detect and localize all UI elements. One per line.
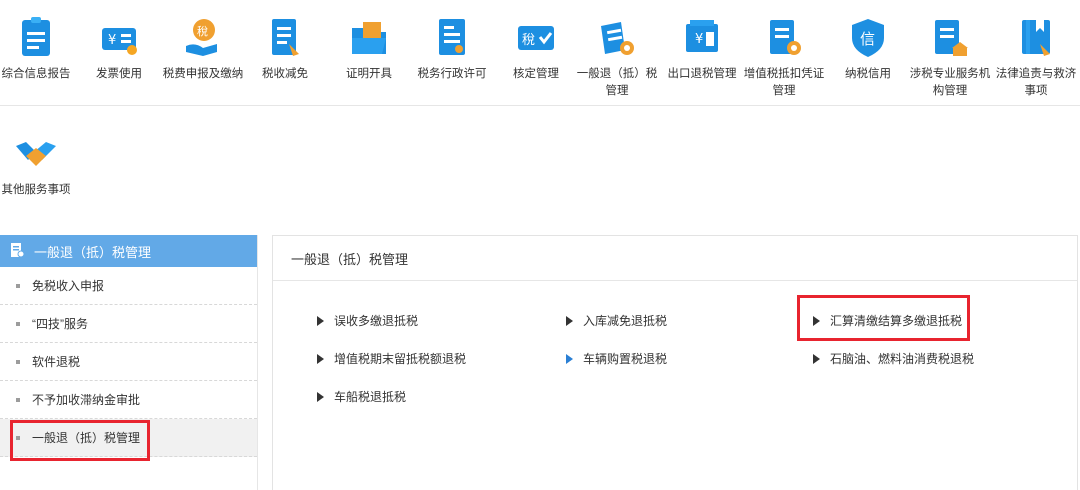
link-label: 车辆购置税退税	[583, 352, 668, 366]
tax-relief-icon	[265, 16, 305, 60]
service-label: 法律追责与救济事项	[995, 68, 1077, 97]
bullet-icon	[16, 397, 20, 402]
service-invoice[interactable]: ¥ 发票使用	[77, 16, 161, 83]
triangle-right-icon	[813, 353, 820, 364]
sidebar-item-general-refund[interactable]: 一般退（抵）税管理	[0, 419, 257, 457]
service-general-refund[interactable]: 一般退（抵）税管理	[575, 16, 659, 100]
sidebar-item-four-tech[interactable]: “四技”服务	[0, 305, 257, 343]
svg-text:¥: ¥	[695, 32, 703, 47]
service-toolbar: 综合信息报告 ¥ 发票使用 稅 税费申报及缴纳 税收减免 证明开具 税务行政许可…	[0, 0, 1080, 106]
triangle-right-icon	[566, 315, 573, 326]
link-vessel-tax-refund[interactable]: 车船税退抵税	[317, 388, 406, 405]
bullet-icon	[16, 435, 20, 440]
link-label: 车船税退抵税	[334, 390, 407, 404]
sidebar-item-tax-free-income[interactable]: 免税收入申报	[0, 267, 257, 305]
triangle-right-icon	[566, 353, 573, 364]
tax-declare-icon: 稅	[183, 16, 223, 60]
service-legal-remedy[interactable]: 法律追责与救济事项	[994, 16, 1078, 100]
service-label: 出口退税管理	[667, 68, 737, 80]
service-tax-declare[interactable]: 稅 税费申报及缴纳	[161, 16, 245, 83]
tax-verify-icon: 稅	[516, 16, 556, 60]
bullet-icon	[16, 321, 20, 326]
service-label: 核定管理	[513, 68, 559, 80]
refund-docs-icon	[597, 16, 637, 60]
service-label: 发票使用	[96, 68, 142, 80]
link-label: 石脑油、燃料油消费税退税	[830, 352, 975, 366]
service-comprehensive-report[interactable]: 综合信息报告	[0, 16, 78, 83]
service-label: 一般退（抵）税管理	[576, 68, 658, 97]
triangle-right-icon	[317, 391, 324, 402]
export-refund-icon: ¥	[682, 16, 722, 60]
license-icon	[432, 16, 472, 60]
service-export-refund[interactable]: ¥ 出口退税管理	[660, 16, 744, 83]
service-tax-relief[interactable]: 税收减免	[243, 16, 327, 83]
link-vat-credit-refund[interactable]: 增值税期末留抵税额退税	[317, 350, 466, 367]
svg-text:稅: 稅	[197, 25, 208, 38]
vat-voucher-icon	[764, 16, 804, 60]
service-label: 税费申报及缴纳	[162, 68, 244, 80]
sidebar-item-label: 不予加收滞纳金审批	[32, 393, 141, 407]
sidebar-item-late-fee-waiver[interactable]: 不予加收滞纳金审批	[0, 381, 257, 419]
handshake-icon	[14, 134, 58, 178]
credit-shield-icon: 信	[848, 16, 888, 60]
service-certificate[interactable]: 证明开具	[327, 16, 411, 83]
triangle-right-icon	[317, 315, 324, 326]
document-icon	[10, 242, 25, 261]
service-tax-verify[interactable]: 稅 核定管理	[494, 16, 578, 83]
link-label: 汇算清缴结算多缴退抵税	[830, 314, 963, 328]
service-label: 增值税抵扣凭证管理	[743, 68, 825, 97]
service-label: 税收减免	[262, 68, 308, 80]
service-agency-management[interactable]: 涉税专业服务机构管理	[908, 16, 992, 100]
sidebar-item-label: 一般退（抵）税管理	[32, 431, 141, 445]
link-label: 误收多缴退抵税	[334, 314, 419, 328]
service-label: 综合信息报告	[1, 68, 71, 80]
bullet-icon	[16, 359, 20, 364]
sidebar-title: 一般退（抵）税管理	[34, 244, 152, 260]
triangle-right-icon	[813, 315, 820, 326]
panel-title: 一般退（抵）税管理	[273, 236, 1077, 281]
service-label: 证明开具	[346, 68, 392, 80]
sidebar-item-software-refund[interactable]: 软件退税	[0, 343, 257, 381]
service-vat-voucher[interactable]: 增值税抵扣凭证管理	[742, 16, 826, 100]
sidebar-item-label: “四技”服务	[32, 317, 88, 331]
certificate-folder-icon	[349, 16, 389, 60]
service-label: 纳税信用	[845, 68, 891, 80]
link-label: 增值税期末留抵税额退税	[334, 352, 467, 366]
triangle-right-icon	[317, 353, 324, 364]
link-fuel-consumption-tax-refund[interactable]: 石脑油、燃料油消费税退税	[813, 350, 974, 367]
svg-text:¥: ¥	[108, 33, 116, 48]
service-other[interactable]: 其他服务事项	[0, 134, 72, 198]
law-book-icon	[1016, 16, 1056, 60]
link-label: 入库减免退抵税	[583, 314, 668, 328]
sidebar-header: 一般退（抵）税管理	[0, 235, 257, 267]
invoice-icon: ¥	[99, 16, 139, 60]
svg-text:稅: 稅	[522, 33, 535, 48]
service-label: 税务行政许可	[417, 68, 487, 80]
bullet-icon	[16, 283, 20, 288]
link-storage-relief-refund[interactable]: 入库减免退抵税	[566, 312, 667, 329]
svg-text:信: 信	[860, 30, 875, 48]
content-panel: 一般退（抵）税管理 误收多缴退抵税 入库减免退抵税 汇算清缴结算多缴退抵税 增值…	[272, 235, 1078, 490]
sidebar: 一般退（抵）税管理 免税收入申报 “四技”服务 软件退税 不予加收滞纳金审批 一…	[0, 235, 258, 490]
sidebar-item-label: 软件退税	[32, 355, 81, 369]
service-label: 其他服务事项	[1, 184, 71, 196]
link-vehicle-purchase-tax-refund[interactable]: 车辆购置税退税	[566, 350, 667, 367]
service-admin-license[interactable]: 税务行政许可	[410, 16, 494, 83]
sidebar-item-label: 免税收入申报	[32, 279, 105, 293]
link-mistaken-overpayment-refund[interactable]: 误收多缴退抵税	[317, 312, 418, 329]
agency-icon	[930, 16, 970, 60]
report-icon	[16, 16, 56, 60]
link-settlement-overpayment-refund[interactable]: 汇算清缴结算多缴退抵税	[813, 312, 962, 329]
service-label: 涉税专业服务机构管理	[909, 68, 991, 97]
service-tax-credit[interactable]: 信 纳税信用	[826, 16, 910, 83]
